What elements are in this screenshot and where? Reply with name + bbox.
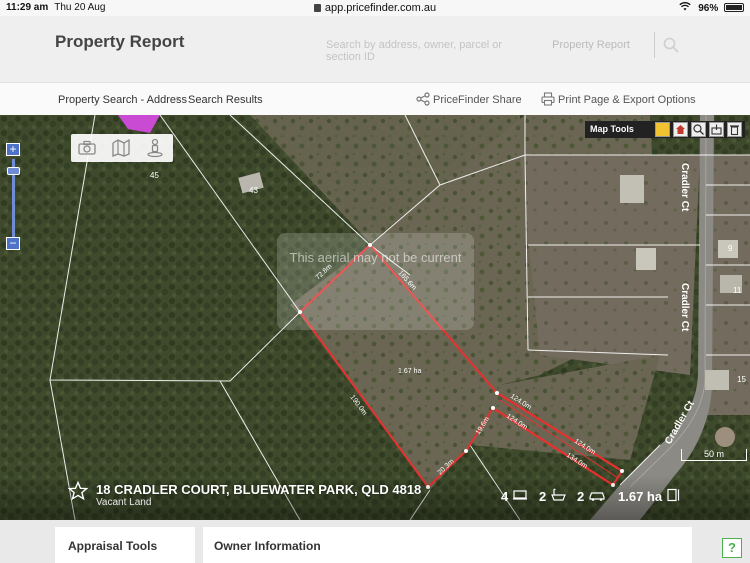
breadcrumb-property-search[interactable]: Property Search - Address [58, 94, 187, 106]
search-input[interactable]: Search by address, owner, parcel or sect… [318, 30, 528, 63]
zoom-in-button[interactable]: + [6, 143, 20, 156]
lock-icon [313, 4, 321, 12]
layers-icon[interactable] [709, 122, 724, 137]
street-label: Cradler Ct [679, 163, 690, 212]
zoom-slider-handle[interactable] [7, 167, 20, 175]
street-label: Cradler Ct [679, 283, 690, 332]
map-icon[interactable] [110, 138, 132, 158]
help-button[interactable]: ? [722, 538, 742, 558]
printer-icon[interactable] [541, 92, 555, 106]
map-tools-label: Map Tools [590, 124, 634, 134]
report-sections: Appraisal Tools Owner Information [0, 520, 750, 563]
trash-icon[interactable] [727, 122, 742, 137]
status-bar: 11:29 am Thu 20 Aug app.pricefinder.com.a… [0, 0, 750, 16]
house-number: 9 [728, 244, 733, 253]
bathroom-count: 2 [539, 489, 547, 504]
url-text: app.pricefinder.com.au [324, 2, 437, 14]
map-scale: 50 m [681, 449, 747, 461]
search-icon[interactable] [663, 37, 679, 53]
appraisal-tools-card[interactable]: Appraisal Tools [55, 527, 195, 563]
breadcrumb-chevron-icon: › [176, 93, 180, 105]
page-title: Property Report [55, 32, 185, 51]
breadcrumb-search-results[interactable]: Search Results [188, 94, 263, 106]
map-view-toolbar [71, 134, 173, 162]
app-header: Property Report Search by address, owner… [0, 16, 750, 82]
aerial-map[interactable]: 72.8m 165.6m 190.0m 124.0m 124.0m 19.6m … [0, 115, 750, 520]
house-number: 11 [733, 286, 742, 295]
pricefinder-share-link[interactable]: PriceFinder Share [433, 94, 522, 106]
wifi-icon [679, 2, 692, 14]
property-report-button[interactable]: Property Report [536, 30, 646, 60]
land-size-icon [664, 488, 682, 502]
star-icon[interactable] [67, 480, 89, 501]
property-type: Vacant Land [96, 497, 152, 508]
car-space-count: 2 [577, 489, 585, 504]
battery-percent: 96% [698, 3, 719, 14]
owner-information-title: Owner Information [214, 539, 321, 553]
aerial-disclaimer: This aerial may not be current [277, 233, 474, 330]
camera-icon[interactable] [76, 138, 98, 158]
house-number: 45 [150, 171, 159, 180]
land-area: 1.67 ha [618, 489, 663, 504]
car-icon [588, 488, 606, 502]
address-bar[interactable]: app.pricefinder.com.au [0, 2, 750, 14]
header-divider [654, 32, 655, 58]
map-tools-panel: Map Tools [585, 121, 745, 138]
bath-icon [550, 488, 568, 502]
status-right: 96% [679, 2, 744, 14]
zoom-out-button[interactable]: − [6, 237, 20, 250]
appraisal-tools-title: Appraisal Tools [68, 539, 158, 553]
street-view-icon[interactable] [144, 138, 166, 158]
zoom-box-icon[interactable] [691, 122, 706, 137]
home-icon[interactable] [673, 122, 688, 137]
owner-information-card[interactable]: Owner Information [203, 527, 692, 563]
house-number: 15 [737, 375, 746, 384]
bed-icon [512, 488, 530, 502]
area-label: 1.67 ha [398, 368, 421, 375]
battery-icon [724, 3, 744, 12]
pan-hand-icon[interactable] [655, 122, 670, 137]
nav-bar: Property Search - Address › Search Resul… [0, 82, 750, 115]
property-address: 18 CRADLER COURT, BLUEWATER PARK, QLD 48… [96, 482, 422, 497]
share-icon[interactable] [416, 92, 430, 106]
print-export-link[interactable]: Print Page & Export Options [558, 94, 696, 106]
house-number: 43 [249, 186, 258, 195]
zoom-control[interactable]: + − [6, 143, 22, 253]
bedroom-count: 4 [501, 489, 509, 504]
